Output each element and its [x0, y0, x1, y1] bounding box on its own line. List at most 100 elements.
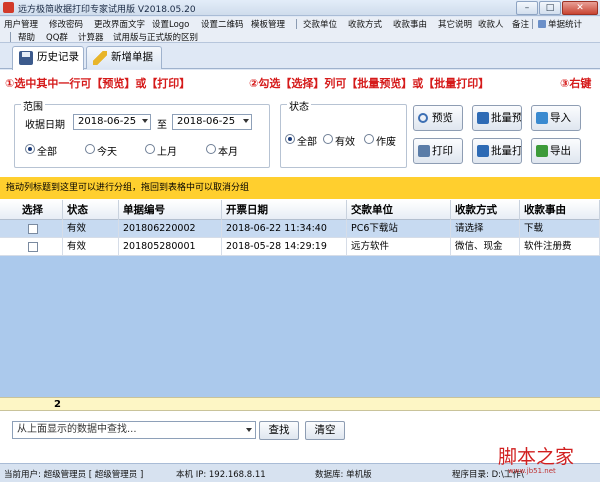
date-cell: 2018-05-28 14:29:19 — [222, 238, 347, 256]
status-cell: 有效 — [63, 220, 119, 238]
menu-payer[interactable]: 交款单位 — [303, 18, 337, 30]
chevron-down-icon[interactable] — [142, 119, 148, 123]
date-from-value: 2018-06-25 — [78, 116, 137, 127]
menu-remarks[interactable]: 备注 — [512, 18, 529, 30]
receipt-date-label: 收据日期 — [25, 120, 65, 131]
export-icon — [536, 145, 548, 157]
col-select[interactable]: 选择 — [0, 200, 63, 220]
select-cell[interactable] — [0, 238, 63, 256]
menu-user-management[interactable]: 用户管理 — [4, 18, 38, 30]
menu-payment-reason[interactable]: 收款事由 — [393, 18, 427, 30]
col-reason[interactable]: 收款事由 — [520, 200, 600, 220]
printer-icon — [418, 145, 430, 157]
row-checkbox[interactable] — [28, 242, 38, 252]
number-cell: 201805280001 — [119, 238, 222, 256]
date-to-label: 至 — [157, 120, 167, 131]
instruction-2: ②勾选【选择】列可【批量预览】或【批量打印】 — [249, 77, 490, 90]
window-controls: – □ ✕ — [515, 1, 598, 15]
group-by-hint[interactable]: 拖动列标题到这里可以进行分组，拖回到表格中可以取消分组 — [0, 177, 600, 199]
select-cell[interactable] — [0, 220, 63, 238]
table-row[interactable]: 有效 201805280001 2018-05-28 14:29:19 远方软件… — [0, 238, 600, 256]
title-bar: 远方极简收据打印专家试用版 V2018.05.20 – □ ✕ — [0, 0, 600, 16]
col-payer[interactable]: 交款单位 — [347, 200, 451, 220]
batch-print-button[interactable]: 批量打印 — [472, 138, 522, 164]
search-bar: 从上面显示的数据中查找... 查找 清空 — [0, 413, 600, 443]
date-to-picker[interactable]: 2018-06-25 — [172, 114, 252, 130]
col-method[interactable]: 收款方式 — [451, 200, 520, 220]
receipt-table: 选择 状态 单据编号 开票日期 交款单位 收款方式 收款事由 有效 201806… — [0, 200, 600, 397]
range-this-month-radio[interactable]: 本月 — [206, 143, 238, 158]
menu-change-password[interactable]: 修改密码 — [49, 18, 83, 30]
magnifier-icon — [418, 113, 428, 123]
search-input[interactable]: 从上面显示的数据中查找... — [12, 421, 256, 439]
batch-preview-button-label: 批量预览 — [491, 112, 522, 124]
tab-new-receipt[interactable]: 新增单据 — [86, 46, 162, 69]
range-last-month-radio[interactable]: 上月 — [145, 143, 177, 158]
preview-button[interactable]: 预览 — [413, 105, 463, 131]
row-count: 2 — [54, 399, 61, 410]
batch-icon — [477, 112, 489, 124]
clear-button[interactable]: 清空 — [305, 421, 345, 440]
row-checkbox[interactable] — [28, 224, 38, 234]
method-cell: 请选择 — [451, 220, 520, 238]
watermark-logo: 脚本之家 — [498, 446, 575, 468]
close-button[interactable]: ✕ — [562, 1, 598, 15]
status-valid-radio[interactable]: 有效 — [323, 133, 355, 148]
table-row[interactable]: 有效 201806220002 2018-06-22 11:34:40 PC6下… — [0, 220, 600, 238]
range-group-title: 范围 — [21, 98, 45, 113]
import-icon — [536, 112, 548, 124]
print-button[interactable]: 打印 — [413, 138, 463, 164]
chevron-down-icon[interactable] — [246, 428, 252, 432]
menu-separator — [10, 32, 11, 42]
date-to-value: 2018-06-25 — [177, 116, 236, 127]
menu-set-qrcode[interactable]: 设置二维码 — [201, 18, 244, 30]
import-button[interactable]: 导入 — [531, 105, 581, 131]
menu-qq-group[interactable]: QQ群 — [46, 31, 68, 43]
batch-preview-button[interactable]: 批量预览 — [472, 105, 522, 131]
menu-other-notes[interactable]: 其它说明 — [438, 18, 472, 30]
menu-template-management[interactable]: 模板管理 — [251, 18, 285, 30]
table-header: 选择 状态 单据编号 开票日期 交款单位 收款方式 收款事由 — [0, 200, 600, 220]
app-icon — [3, 2, 14, 13]
chevron-down-icon[interactable] — [243, 119, 249, 123]
current-user: 当前用户: 超级管理员 [ 超级管理员 ] — [4, 470, 144, 480]
menu-change-ui-text[interactable]: 更改界面文字 — [94, 18, 145, 30]
export-button[interactable]: 导出 — [531, 138, 581, 164]
minimize-button[interactable]: – — [516, 1, 538, 15]
col-status[interactable]: 状态 — [63, 200, 119, 220]
col-date[interactable]: 开票日期 — [222, 200, 347, 220]
preview-button-label: 预览 — [432, 112, 453, 124]
menu-set-logo[interactable]: 设置Logo — [152, 18, 189, 30]
menu-trial-vs-full[interactable]: 试用版与正式版的区别 — [113, 31, 198, 43]
table-footer: 2 — [0, 397, 600, 411]
tab-new-receipt-label: 新增单据 — [111, 51, 153, 63]
date-from-picker[interactable]: 2018-06-25 — [73, 114, 151, 130]
menu-payee[interactable]: 收款人 — [478, 18, 504, 30]
status-group: 状态 全部 有效 作废 — [280, 98, 407, 168]
maximize-button[interactable]: □ — [539, 1, 561, 15]
batch-print-button-label: 批量打印 — [491, 145, 522, 157]
local-ip: 本机 IP: 192.168.8.11 — [176, 470, 266, 480]
reason-cell: 软件注册费 — [520, 238, 600, 256]
pencil-icon — [93, 51, 107, 65]
find-button[interactable]: 查找 — [259, 421, 299, 440]
reason-cell: 下载 — [520, 220, 600, 238]
menu-payment-method[interactable]: 收款方式 — [348, 18, 382, 30]
col-number[interactable]: 单据编号 — [119, 200, 222, 220]
window-title: 远方极简收据打印专家试用版 V2018.05.20 — [18, 5, 196, 15]
export-button-label: 导出 — [550, 145, 571, 157]
status-all-radio[interactable]: 全部 — [285, 133, 317, 148]
range-all-radio[interactable]: 全部 — [25, 143, 57, 158]
range-today-radio[interactable]: 今天 — [85, 143, 117, 158]
menu-calculator[interactable]: 计算器 — [78, 31, 104, 43]
status-cell: 有效 — [63, 238, 119, 256]
floppy-disk-icon — [19, 51, 33, 65]
menu-help[interactable]: 帮助 — [18, 31, 35, 43]
status-void-radio[interactable]: 作废 — [364, 133, 396, 148]
print-button-label: 打印 — [432, 145, 453, 157]
method-cell: 微信、现金 — [451, 238, 520, 256]
number-cell: 201806220002 — [119, 220, 222, 238]
import-button-label: 导入 — [550, 112, 571, 124]
tab-history[interactable]: 历史记录 — [12, 46, 84, 70]
menu-statistics[interactable]: 单据统计 — [538, 18, 582, 30]
